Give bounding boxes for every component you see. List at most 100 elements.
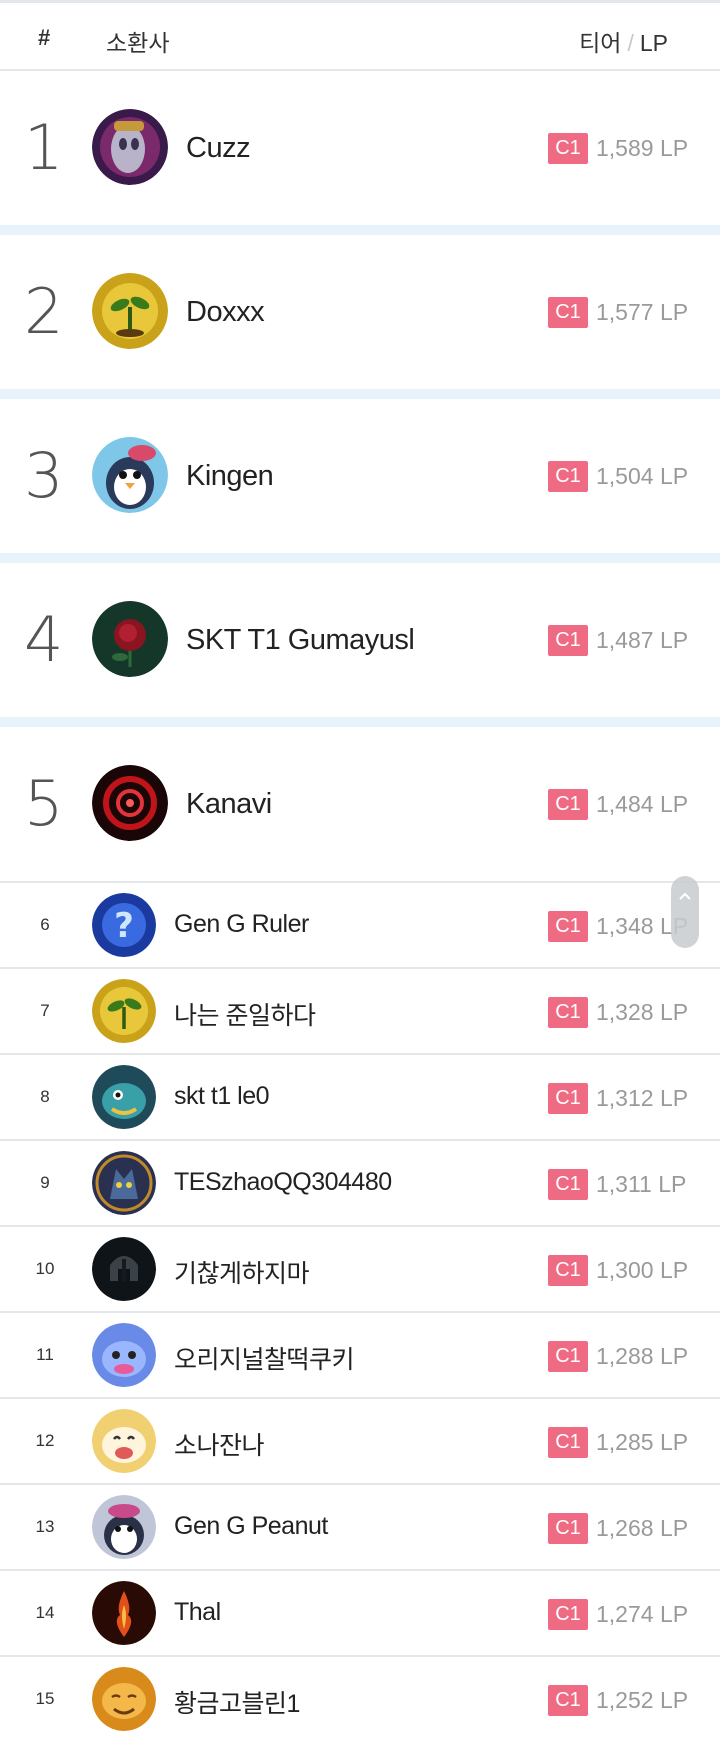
lp-value: 1,268 LP bbox=[596, 1515, 689, 1541]
summoner-name[interactable]: Thal bbox=[174, 1598, 221, 1627]
rank-column-header: # bbox=[38, 25, 51, 50]
tier-badge: C1 bbox=[548, 1513, 588, 1544]
table-row[interactable]: 13 Gen G Peanut C1 1,268 LP bbox=[0, 1483, 720, 1569]
lp-value: 1,328 LP bbox=[596, 999, 689, 1025]
row-separator bbox=[0, 717, 720, 727]
rank-number: 10 bbox=[35, 1259, 55, 1278]
poro-icon[interactable] bbox=[92, 1409, 156, 1473]
tier-badge: C1 bbox=[548, 1083, 588, 1114]
header-slash: / bbox=[627, 30, 634, 56]
question-mark-icon[interactable]: ? bbox=[92, 893, 156, 957]
table-row[interactable]: 9 TESzhaoQQ304480 C1 1,311 LP bbox=[0, 1139, 720, 1225]
rank-number: 13 bbox=[35, 1517, 55, 1536]
masked-champion-icon[interactable] bbox=[92, 109, 168, 185]
table-row[interactable]: 5 Kanavi C1 1,484 LP bbox=[0, 727, 720, 881]
summoner-name[interactable]: 황금고블린1 bbox=[174, 1684, 300, 1720]
summoner-name[interactable]: Cuzz bbox=[186, 132, 251, 165]
table-row[interactable]: 7 나는 준일하다 C1 1,328 LP bbox=[0, 967, 720, 1053]
tier-badge: C1 bbox=[548, 911, 588, 942]
table-row[interactable]: 8 skt t1 le0 C1 1,312 LP bbox=[0, 1053, 720, 1139]
lp-value: 1,589 LP bbox=[596, 135, 689, 161]
table-row[interactable]: 4 SKT T1 Gumayusl C1 1,487 LP bbox=[0, 563, 720, 717]
rank-number: 1 bbox=[24, 111, 64, 184]
lp-value: 1,300 LP bbox=[596, 1257, 689, 1283]
summoner-name[interactable]: SKT T1 Gumayusl bbox=[186, 624, 415, 657]
lp-value: 1,504 LP bbox=[596, 463, 689, 489]
summoner-name[interactable]: 기찮게하지마 bbox=[174, 1254, 310, 1290]
summoner-name[interactable]: 오리지널찰떡쿠키 bbox=[174, 1340, 355, 1376]
tier-badge: C1 bbox=[548, 997, 588, 1028]
flame-icon[interactable] bbox=[92, 1581, 156, 1645]
summoner-name[interactable]: TESzhaoQQ304480 bbox=[174, 1168, 392, 1197]
summoner-name[interactable]: Gen G Ruler bbox=[174, 910, 309, 939]
lp-value: 1,312 LP bbox=[596, 1085, 689, 1111]
summoner-column-header: 소환사 bbox=[106, 30, 170, 56]
tier-badge: C1 bbox=[548, 789, 588, 820]
rank-number: 14 bbox=[35, 1603, 55, 1622]
fish-creature-icon[interactable] bbox=[92, 1065, 156, 1129]
lp-value: 1,484 LP bbox=[596, 791, 689, 817]
summoner-name[interactable]: skt t1 le0 bbox=[174, 1082, 270, 1111]
chevron-up-icon bbox=[679, 892, 691, 900]
summoner-name[interactable]: Kingen bbox=[186, 460, 274, 493]
row-separator bbox=[0, 389, 720, 399]
tier-badge: C1 bbox=[548, 297, 588, 328]
table-row[interactable]: 2 Doxxx C1 1,577 LP bbox=[0, 235, 720, 389]
blue-poro-icon[interactable] bbox=[92, 1323, 156, 1387]
tier-badge: C1 bbox=[548, 133, 588, 164]
rose-icon[interactable] bbox=[92, 601, 168, 677]
summoner-name[interactable]: 소나잔나 bbox=[174, 1426, 265, 1462]
tier-badge: C1 bbox=[548, 625, 588, 656]
summoner-name[interactable]: Kanavi bbox=[186, 788, 272, 821]
rank-number: 2 bbox=[24, 275, 64, 348]
scroll-to-top-button[interactable] bbox=[671, 876, 699, 948]
table-row[interactable]: 12 소나잔나 C1 1,285 LP bbox=[0, 1397, 720, 1483]
lp-value: 1,274 LP bbox=[596, 1601, 689, 1627]
table-row[interactable]: 3 Kingen C1 1,504 LP bbox=[0, 399, 720, 553]
table-row[interactable]: 10 기찮게하지마 C1 1,300 LP bbox=[0, 1225, 720, 1311]
lp-value: 1,311 LP bbox=[596, 1171, 687, 1197]
lp-value: 1,487 LP bbox=[596, 627, 689, 653]
svg-text:?: ? bbox=[114, 906, 134, 946]
table-row[interactable]: 14 Thal C1 1,274 LP bbox=[0, 1569, 720, 1655]
summoner-name[interactable]: Doxxx bbox=[186, 296, 265, 329]
red-swirl-icon[interactable] bbox=[92, 765, 168, 841]
rank-number: 15 bbox=[35, 1689, 55, 1708]
rank-number: 6 bbox=[40, 915, 50, 934]
leaderboard-header: # 소환사 티어 / LP bbox=[0, 0, 720, 71]
tier-badge: C1 bbox=[548, 1427, 588, 1458]
rank-number: 5 bbox=[24, 767, 64, 840]
rank-number: 8 bbox=[40, 1087, 50, 1106]
lp-value: 1,577 LP bbox=[596, 299, 689, 325]
rank-number: 12 bbox=[35, 1431, 55, 1450]
tier-lp-column-header: 티어 / LP bbox=[579, 24, 668, 58]
tier-badge: C1 bbox=[548, 1255, 588, 1286]
table-row[interactable]: 15 황금고블린1 C1 1,252 LP bbox=[0, 1655, 720, 1739]
penguin-icon[interactable] bbox=[92, 1495, 156, 1559]
summoner-name[interactable]: 나는 준일하다 bbox=[174, 996, 316, 1032]
lp-value: 1,252 LP bbox=[596, 1687, 689, 1713]
sprout-icon[interactable] bbox=[92, 979, 156, 1043]
table-row[interactable]: 6 ? Gen G Ruler C1 1,348 LP bbox=[0, 881, 720, 967]
lp-value: 1,288 LP bbox=[596, 1343, 689, 1369]
tier-badge: C1 bbox=[548, 1169, 588, 1200]
table-row[interactable]: 11 오리지널찰떡쿠키 C1 1,288 LP bbox=[0, 1311, 720, 1397]
lp-value: 1,285 LP bbox=[596, 1429, 689, 1455]
lp-header-label: LP bbox=[639, 30, 668, 56]
sprout-icon[interactable] bbox=[92, 273, 168, 349]
rank-number: 4 bbox=[24, 603, 64, 676]
table-row[interactable]: 1 Cuzz C1 1,589 LP bbox=[0, 71, 720, 225]
werewolf-icon[interactable] bbox=[92, 1151, 156, 1215]
tier-badge: C1 bbox=[548, 1599, 588, 1630]
golden-goblin-icon[interactable] bbox=[92, 1667, 156, 1731]
summoner-name[interactable]: Gen G Peanut bbox=[174, 1512, 328, 1541]
penguin-icon[interactable] bbox=[92, 437, 168, 513]
tier-badge: C1 bbox=[548, 1341, 588, 1372]
tier-header-label: 티어 bbox=[579, 30, 622, 56]
row-separator bbox=[0, 553, 720, 563]
row-separator bbox=[0, 225, 720, 235]
rank-number: 11 bbox=[36, 1345, 54, 1364]
tier-badge: C1 bbox=[548, 1685, 588, 1716]
rank-number: 9 bbox=[40, 1173, 50, 1192]
helmet-icon[interactable] bbox=[92, 1237, 156, 1301]
